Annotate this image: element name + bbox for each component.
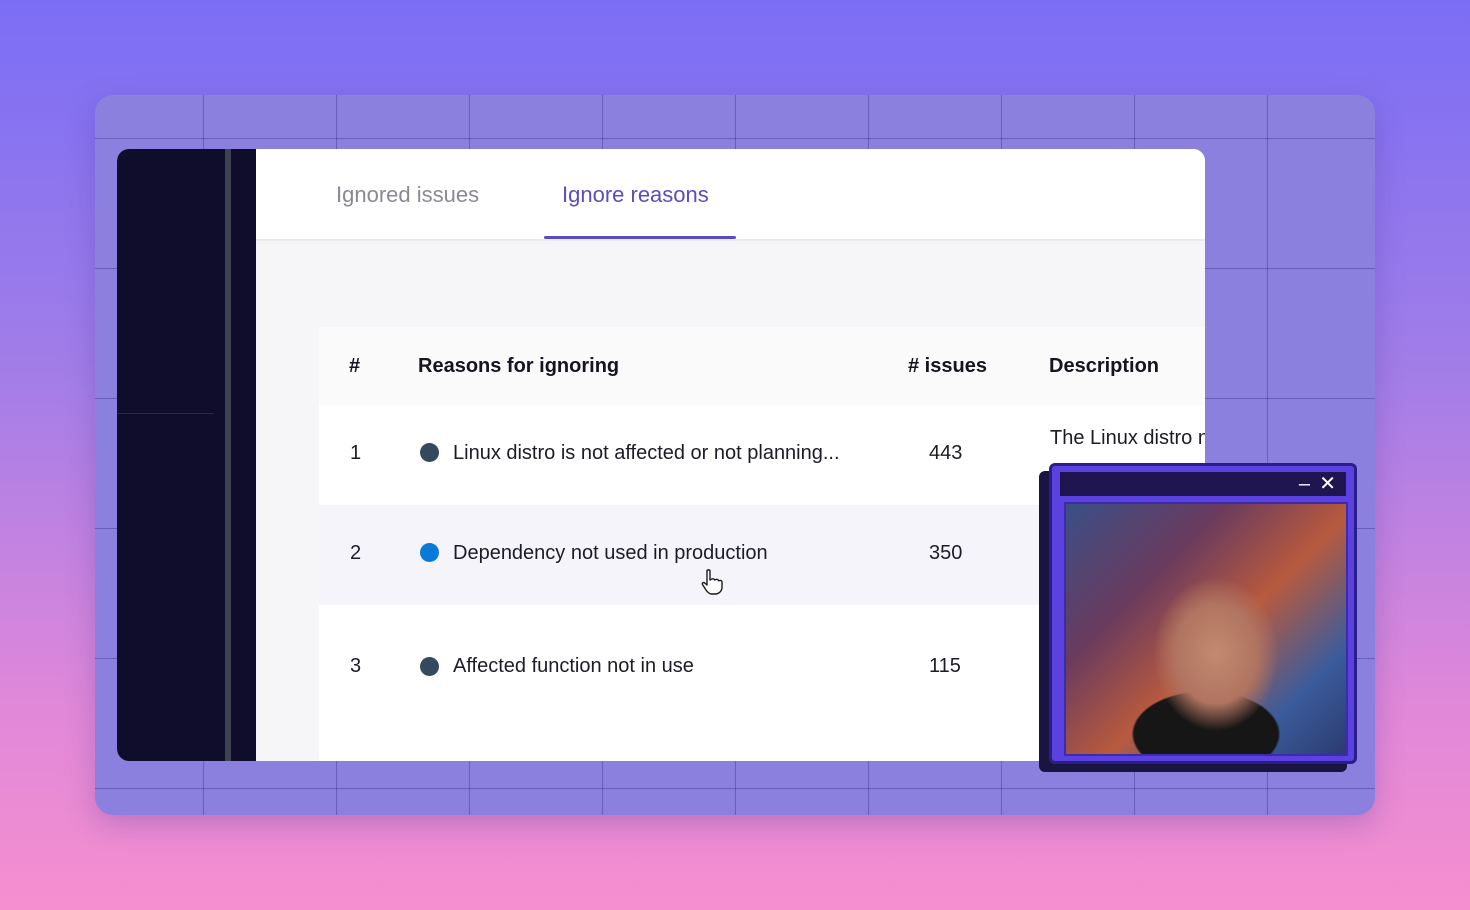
close-icon[interactable]: ✕	[1319, 472, 1336, 496]
header-description: Description	[1049, 355, 1160, 377]
sidebar-resize-handle[interactable]	[225, 149, 231, 761]
webcam-video	[1064, 502, 1348, 756]
reason-color-dot	[420, 543, 439, 562]
active-tab-indicator	[544, 236, 736, 239]
row-index: 1	[350, 442, 362, 464]
reason-label[interactable]: Affected function not in use	[453, 655, 694, 678]
issue-count: 350	[929, 542, 963, 564]
row-index: 3	[350, 655, 362, 677]
hand-cursor-icon	[701, 569, 723, 595]
row-index: 2	[350, 542, 362, 564]
description-text: The Linux distro n	[1050, 427, 1205, 449]
reason-label[interactable]: Linux distro is not affected or not plan…	[453, 442, 840, 465]
sidebar	[117, 149, 256, 761]
app-window: Ignored issues Ignore reasons # Reasons …	[117, 149, 1205, 761]
header-index: #	[349, 355, 361, 377]
issue-count: 115	[929, 655, 961, 677]
tab-ignore-reasons[interactable]: Ignore reasons	[562, 182, 709, 208]
table-header-row: # Reasons for ignoring # issues Descript…	[319, 327, 1205, 406]
reason-label[interactable]: Dependency not used in production	[453, 542, 768, 565]
minimize-icon[interactable]: –	[1299, 472, 1310, 496]
webcam-pip-window[interactable]: – ✕	[1049, 463, 1357, 764]
issue-count: 443	[929, 442, 963, 464]
reason-color-dot	[420, 443, 439, 462]
pip-title-bar[interactable]: – ✕	[1060, 472, 1346, 496]
header-issues[interactable]: # issues	[908, 355, 987, 378]
sidebar-divider	[117, 413, 213, 414]
tab-bar: Ignored issues Ignore reasons	[256, 149, 1205, 241]
header-reason[interactable]: Reasons for ignoring	[418, 355, 619, 378]
reason-color-dot	[420, 657, 439, 676]
tab-ignored-issues[interactable]: Ignored issues	[336, 182, 479, 208]
